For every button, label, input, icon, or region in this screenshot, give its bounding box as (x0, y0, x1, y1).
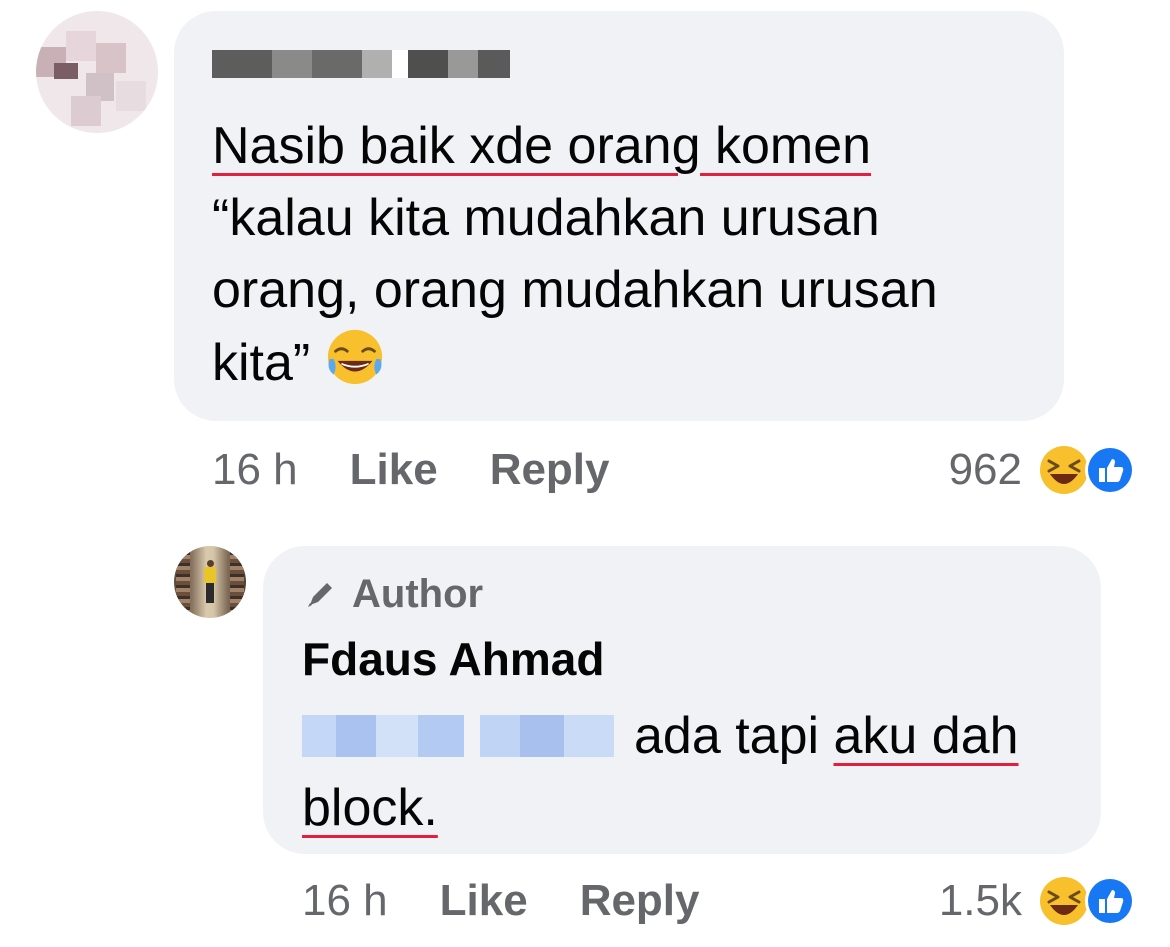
comment-text-line: kita” (212, 334, 311, 392)
reaction-icons[interactable] (1038, 442, 1136, 498)
pen-icon (308, 582, 332, 607)
reply-text-underlined: block. (302, 779, 438, 837)
haha-icon (1038, 875, 1090, 927)
commenter-name-redacted[interactable] (212, 50, 510, 78)
comment-text-line: orang, orang mudahkan urusan (212, 261, 938, 319)
reaction-count[interactable]: 962 (949, 442, 1022, 498)
author-avatar[interactable] (174, 546, 246, 618)
reply-text-main: ada tapi (634, 707, 820, 765)
like-button[interactable]: Like (440, 876, 528, 926)
like-icon (1084, 875, 1136, 927)
comment-text-line: “kalau kita mudahkan urusan (212, 189, 880, 247)
comment-meta: 16 h Like Reply (212, 442, 662, 498)
comment-text: Nasib baik xde orang komen “kalau kita m… (212, 110, 1052, 399)
avatar-person (204, 560, 216, 604)
like-button[interactable]: Like (350, 445, 438, 495)
reply-text: ada tapi aku dah block. (302, 700, 1092, 844)
like-icon (1084, 444, 1136, 496)
commenter-avatar[interactable] (36, 11, 158, 133)
laughing-tears-emoji-icon (324, 326, 386, 388)
reply-button[interactable]: Reply (580, 876, 700, 926)
reply-meta: 16 h Like Reply (302, 873, 752, 929)
author-badge: Author (302, 572, 483, 617)
reply-timestamp[interactable]: 16 h (302, 876, 388, 926)
author-badge-label: Author (352, 572, 484, 616)
comment-text-line: Nasib baik xde orang komen (212, 117, 872, 175)
reply-button[interactable]: Reply (490, 445, 610, 495)
reaction-icons[interactable] (1038, 873, 1136, 929)
reaction-count[interactable]: 1.5k (939, 873, 1022, 929)
mention-redacted[interactable] (302, 715, 614, 757)
reply-text-underlined: aku dah (833, 707, 1019, 765)
comment-timestamp[interactable]: 16 h (212, 445, 298, 495)
reply-author-name[interactable]: Fdaus Ahmad (302, 632, 604, 686)
haha-icon (1038, 444, 1090, 496)
